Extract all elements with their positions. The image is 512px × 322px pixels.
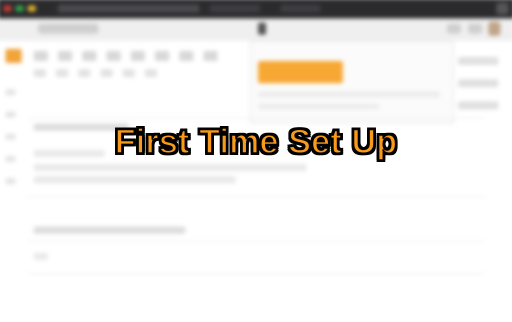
toolbar-icon	[78, 69, 91, 78]
content-line	[33, 164, 307, 172]
toolbar-icon	[58, 50, 73, 62]
toolbar-icon	[203, 50, 218, 62]
sidebar-item	[5, 111, 16, 118]
browser-tab	[209, 4, 261, 13]
popup-text-line	[258, 103, 380, 110]
divider	[27, 196, 485, 198]
browser-tab	[58, 4, 200, 13]
sidebar-item	[5, 89, 16, 96]
profile-avatar-icon	[488, 21, 501, 36]
toolbar-icon	[130, 50, 145, 62]
divider	[27, 240, 485, 242]
content-line	[33, 252, 48, 260]
toolbar-icon	[144, 69, 158, 78]
popup-action-button	[258, 61, 343, 84]
divider	[27, 117, 485, 119]
browser-tab-bar	[0, 0, 512, 19]
toolbar-icon	[33, 69, 46, 78]
toolbar-icon	[106, 50, 121, 62]
toolbar-icon	[56, 69, 69, 78]
sidebar-item	[5, 178, 16, 185]
toolbar-icon	[446, 23, 462, 34]
extension-icon	[258, 22, 267, 35]
first-time-setup-title: First Time Set Up	[114, 122, 398, 162]
right-panel-item	[458, 56, 499, 66]
toolbar-icon	[155, 50, 170, 62]
toolbar-icon	[33, 50, 48, 62]
window-maximize-icon	[15, 5, 24, 12]
toolbar-icon	[468, 23, 483, 34]
toolbar-icon	[82, 50, 97, 62]
right-panel-item	[458, 79, 499, 88]
app-toolbar-secondary	[33, 69, 246, 79]
window-minimize-icon	[27, 5, 36, 12]
app-logo-icon	[5, 48, 22, 64]
window-close-icon	[3, 5, 12, 12]
popup-text-line	[258, 91, 440, 98]
toolbar-icon	[179, 50, 194, 62]
browser-menu-icon	[496, 2, 509, 15]
browser-tab	[280, 4, 321, 13]
content-line	[33, 226, 186, 234]
content-line	[33, 176, 236, 184]
right-panel	[454, 49, 512, 120]
app-toolbar	[33, 50, 246, 63]
url-field	[37, 23, 99, 34]
toolbar-icon	[100, 69, 113, 78]
right-panel-item	[458, 101, 499, 110]
address-bar	[0, 18, 512, 41]
left-sidebar	[0, 79, 24, 281]
divider	[27, 273, 485, 275]
toolbar-icon	[122, 69, 135, 78]
